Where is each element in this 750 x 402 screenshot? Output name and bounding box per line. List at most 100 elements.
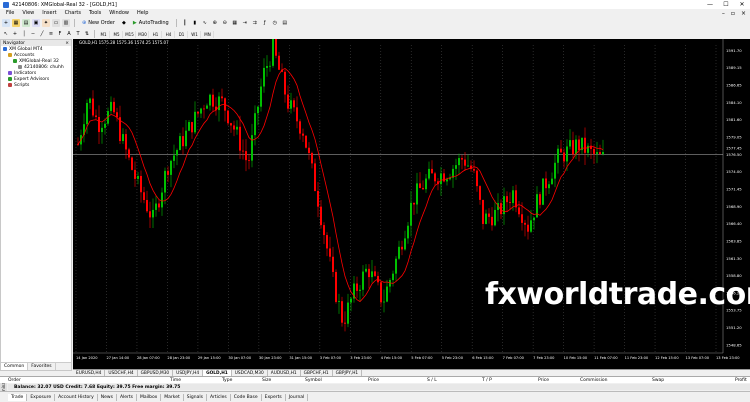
- navigator-tabs: Common Favorites: [1, 362, 71, 370]
- horizontal-line-icon[interactable]: ─: [29, 30, 37, 38]
- market-watch-icon[interactable]: ▤: [22, 19, 30, 27]
- terminal-column-header[interactable]: Time: [170, 378, 181, 383]
- chart-close-icon[interactable]: ×: [741, 10, 746, 17]
- templates-icon[interactable]: ▤: [281, 19, 289, 27]
- navigator-icon[interactable]: ✦: [42, 19, 50, 27]
- terminal-tab[interactable]: Experts: [262, 393, 286, 401]
- terminal-column-header[interactable]: Swap: [652, 378, 664, 383]
- timeframe-mn[interactable]: MN: [202, 30, 214, 38]
- candle-body: [596, 152, 598, 154]
- label-icon[interactable]: T: [74, 30, 82, 38]
- timeframe-h4[interactable]: H4: [163, 30, 175, 38]
- candle-body: [332, 256, 334, 272]
- profiles-icon[interactable]: ▦: [12, 19, 20, 27]
- candle-body: [176, 150, 178, 156]
- navigator-close-icon[interactable]: ×: [65, 41, 71, 46]
- chart-restore-icon[interactable]: ▫: [731, 10, 735, 17]
- channel-icon[interactable]: ≡: [47, 30, 55, 38]
- autoscroll-icon[interactable]: ⇉: [251, 19, 259, 27]
- cursor-icon[interactable]: ↖: [2, 30, 10, 38]
- candle-body: [149, 211, 151, 218]
- navigator-item[interactable]: Scripts: [1, 82, 71, 88]
- terminal-column-header[interactable]: Price: [538, 378, 549, 383]
- menu-tools[interactable]: Tools: [85, 10, 105, 16]
- terminal-tab[interactable]: Journal: [286, 393, 309, 401]
- chart-window[interactable]: 14 Jan 2020 27 Jan 14:00 28 Jan 07:00 28 Ja…: [73, 39, 750, 369]
- terminal-column-header[interactable]: Price: [368, 378, 379, 383]
- candle-body: [593, 148, 595, 154]
- menu-bar: File View Insert Charts Tools Window Hel…: [0, 9, 750, 17]
- bar-chart-icon[interactable]: ┃: [181, 19, 189, 27]
- timeframe-h1[interactable]: H1: [150, 30, 162, 38]
- line-chart-icon[interactable]: ∿: [201, 19, 209, 27]
- data-window-icon[interactable]: ▣: [32, 19, 40, 27]
- fibonacci-icon[interactable]: F: [56, 30, 64, 38]
- terminal-column-header[interactable]: Commission: [580, 378, 607, 383]
- new-order-button[interactable]: ⊕ New Order: [79, 19, 118, 28]
- tile-windows-icon[interactable]: ▦: [231, 19, 239, 27]
- trendline-icon[interactable]: ╱: [38, 30, 46, 38]
- crosshair-icon[interactable]: +: [11, 30, 19, 38]
- terminal-column-header[interactable]: Size: [262, 378, 271, 383]
- timeframe-w1[interactable]: W1: [189, 30, 201, 38]
- terminal-column-header[interactable]: Type: [222, 378, 232, 383]
- zoom-out-icon[interactable]: ⊖: [221, 19, 229, 27]
- terminal-column-header[interactable]: Symbol: [305, 378, 322, 383]
- arrows-icon[interactable]: ⇅: [83, 30, 91, 38]
- terminal-tab[interactable]: News: [98, 393, 117, 401]
- terminal-tab[interactable]: Mailbox: [137, 393, 162, 401]
- price-chart[interactable]: 14 Jan 2020 27 Jan 14:00 28 Jan 07:00 28 Ja…: [73, 39, 750, 369]
- menu-view[interactable]: View: [18, 10, 38, 16]
- terminal-tab[interactable]: Market: [161, 393, 184, 401]
- menu-window[interactable]: Window: [105, 10, 133, 16]
- timeframe-m15[interactable]: M15: [124, 30, 136, 38]
- terminal-tab[interactable]: Account History: [55, 393, 98, 401]
- menu-insert[interactable]: Insert: [38, 10, 60, 16]
- minimize-icon[interactable]: —: [702, 0, 718, 9]
- timeframe-d1[interactable]: D1: [176, 30, 188, 38]
- candle-body: [587, 145, 589, 153]
- close-icon[interactable]: ✕: [734, 0, 750, 9]
- menu-help[interactable]: Help: [133, 10, 152, 16]
- terminal-tab[interactable]: Articles: [207, 393, 231, 401]
- timeframe-m1[interactable]: M1: [98, 30, 110, 38]
- navigator-item-icon: [18, 65, 22, 69]
- terminal-tab[interactable]: Signals: [184, 393, 207, 401]
- indicators-icon[interactable]: ƒ: [261, 19, 269, 27]
- candlestick-icon[interactable]: ▮: [191, 19, 199, 27]
- menu-file[interactable]: File: [2, 10, 18, 16]
- timeframe-m30[interactable]: M30: [137, 30, 149, 38]
- metaeditor-icon[interactable]: ◆: [120, 19, 128, 27]
- candle-body: [164, 170, 166, 193]
- zoom-in-icon[interactable]: ⊕: [211, 19, 219, 27]
- autotrading-button[interactable]: ▶ AutoTrading: [130, 19, 172, 28]
- tab-favorites[interactable]: Favorites: [28, 363, 56, 370]
- chart-shift-icon[interactable]: ⇥: [241, 19, 249, 27]
- balance-line: Balance: 32.07 USD Credit: 7.68 Equity: …: [8, 384, 750, 390]
- terminal-tab[interactable]: Trade: [8, 393, 28, 401]
- tab-common[interactable]: Common: [1, 363, 29, 370]
- chart-minimize-icon[interactable]: –: [722, 10, 725, 17]
- new-chart-icon[interactable]: +: [2, 19, 10, 27]
- candle-body: [572, 140, 574, 155]
- price-tick-label: 1566.40: [726, 221, 742, 226]
- terminal-column-header[interactable]: Order: [8, 378, 21, 383]
- terminal-tab[interactable]: Exposure: [27, 393, 56, 401]
- menu-charts[interactable]: Charts: [61, 10, 85, 16]
- maximize-icon[interactable]: ☐: [718, 0, 734, 9]
- periods-icon[interactable]: ◷: [271, 19, 279, 27]
- terminal-tab[interactable]: Alerts: [117, 393, 138, 401]
- text-icon[interactable]: A: [65, 30, 73, 38]
- strategy-tester-icon[interactable]: ▥: [62, 19, 70, 27]
- moving-average-line: [77, 68, 604, 303]
- timeframe-m5[interactable]: M5: [111, 30, 123, 38]
- candle-body: [392, 273, 394, 281]
- navigator-item-icon: [13, 59, 17, 63]
- terminal-column-header[interactable]: S / L: [427, 378, 437, 383]
- vertical-line-icon[interactable]: │: [20, 30, 28, 38]
- terminal-icon[interactable]: ▭: [52, 19, 60, 27]
- terminal-column-header[interactable]: T / P: [482, 378, 492, 383]
- terminal-tab[interactable]: Code Base: [231, 393, 262, 401]
- terminal-column-header[interactable]: Profit: [735, 378, 747, 383]
- candle-body: [518, 207, 520, 215]
